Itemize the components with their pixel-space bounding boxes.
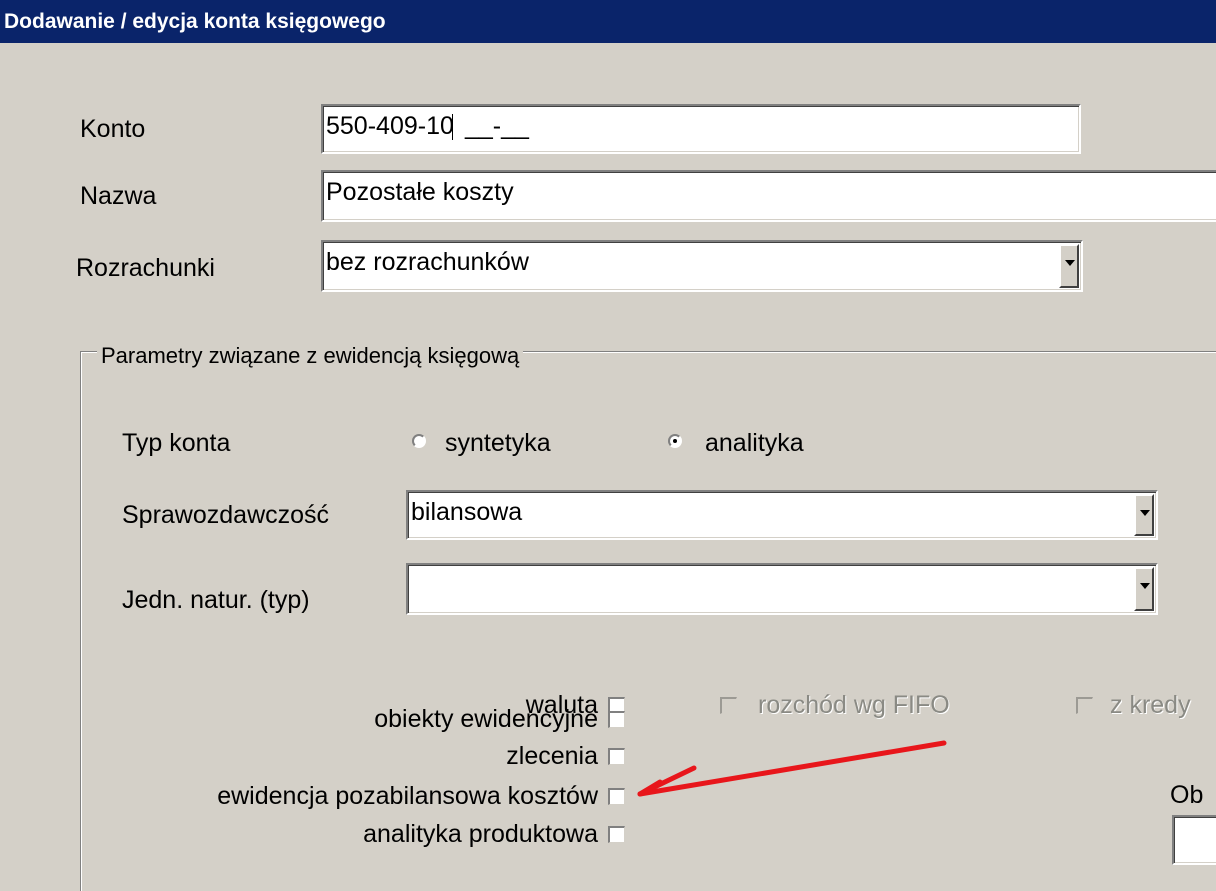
group-legend: Parametry związane z ewidencją księgową xyxy=(97,343,524,369)
konto-label: Konto xyxy=(80,115,146,143)
partial-ob-label: Ob xyxy=(1170,781,1204,809)
radio-analityka-circle[interactable] xyxy=(668,434,682,448)
jedn-natur-dropdown-button[interactable] xyxy=(1134,567,1154,611)
rozrachunki-value: bez rozrachunków xyxy=(326,248,529,276)
sprawozdawczosc-value: bilansowa xyxy=(411,498,523,526)
radio-syntetyka-circle[interactable] xyxy=(412,434,426,448)
nazwa-value: Pozostałe koszty xyxy=(326,178,514,206)
konto-value: 550-409-10 xyxy=(326,112,454,140)
typ-konta-label: Typ konta xyxy=(122,429,231,457)
sprawozdawczosc-dropdown-button[interactable] xyxy=(1134,494,1154,536)
checkbox-kredyt-label[interactable]: z kredy xyxy=(1110,690,1191,720)
checkbox-zlecenia-box[interactable] xyxy=(608,748,625,765)
rozrachunki-dropdown-button[interactable] xyxy=(1059,244,1079,288)
partial-ob-field[interactable] xyxy=(1172,815,1216,865)
nazwa-label: Nazwa xyxy=(80,182,157,210)
rozrachunki-label: Rozrachunki xyxy=(76,254,215,282)
checkbox-zlecenia-label[interactable]: zlecenia xyxy=(506,741,598,771)
konto-field[interactable]: 550-409-10 __-__ xyxy=(321,104,1081,154)
rozrachunki-select[interactable]: bez rozrachunków xyxy=(321,240,1083,292)
checkbox-pozabilansowa-box[interactable] xyxy=(608,788,625,805)
checkbox-obiekty-box[interactable] xyxy=(608,711,625,728)
checkbox-kredyt-box[interactable] xyxy=(1076,697,1093,714)
checkbox-obiekty-label[interactable]: obiekty ewidencyjne xyxy=(374,704,598,734)
checkbox-fifo-label[interactable]: rozchód wg FIFO xyxy=(758,690,950,720)
sprawozdawczosc-select[interactable]: bilansowa xyxy=(406,490,1158,540)
checkbox-analityka-produktowa-box[interactable] xyxy=(608,826,625,843)
nazwa-field[interactable]: Pozostałe koszty xyxy=(321,170,1216,222)
konto-mask: __-__ xyxy=(465,112,529,140)
radio-analityka-label[interactable]: analityka xyxy=(705,428,804,458)
checkbox-analityka-produktowa-label[interactable]: analityka produktowa xyxy=(363,819,598,849)
checkbox-pozabilansowa-label[interactable]: ewidencja pozabilansowa kosztów xyxy=(217,781,598,811)
sprawozdawczosc-label: Sprawozdawczość xyxy=(122,501,330,529)
jedn-natur-select[interactable] xyxy=(406,563,1158,615)
jedn-natur-label: Jedn. natur. (typ) xyxy=(122,586,310,614)
checkbox-fifo-box[interactable] xyxy=(720,697,737,714)
window-title: Dodawanie / edycja konta księgowego xyxy=(4,10,386,33)
radio-syntetyka-label[interactable]: syntetyka xyxy=(445,428,551,458)
title-bar: Dodawanie / edycja konta księgowego xyxy=(0,0,1216,43)
